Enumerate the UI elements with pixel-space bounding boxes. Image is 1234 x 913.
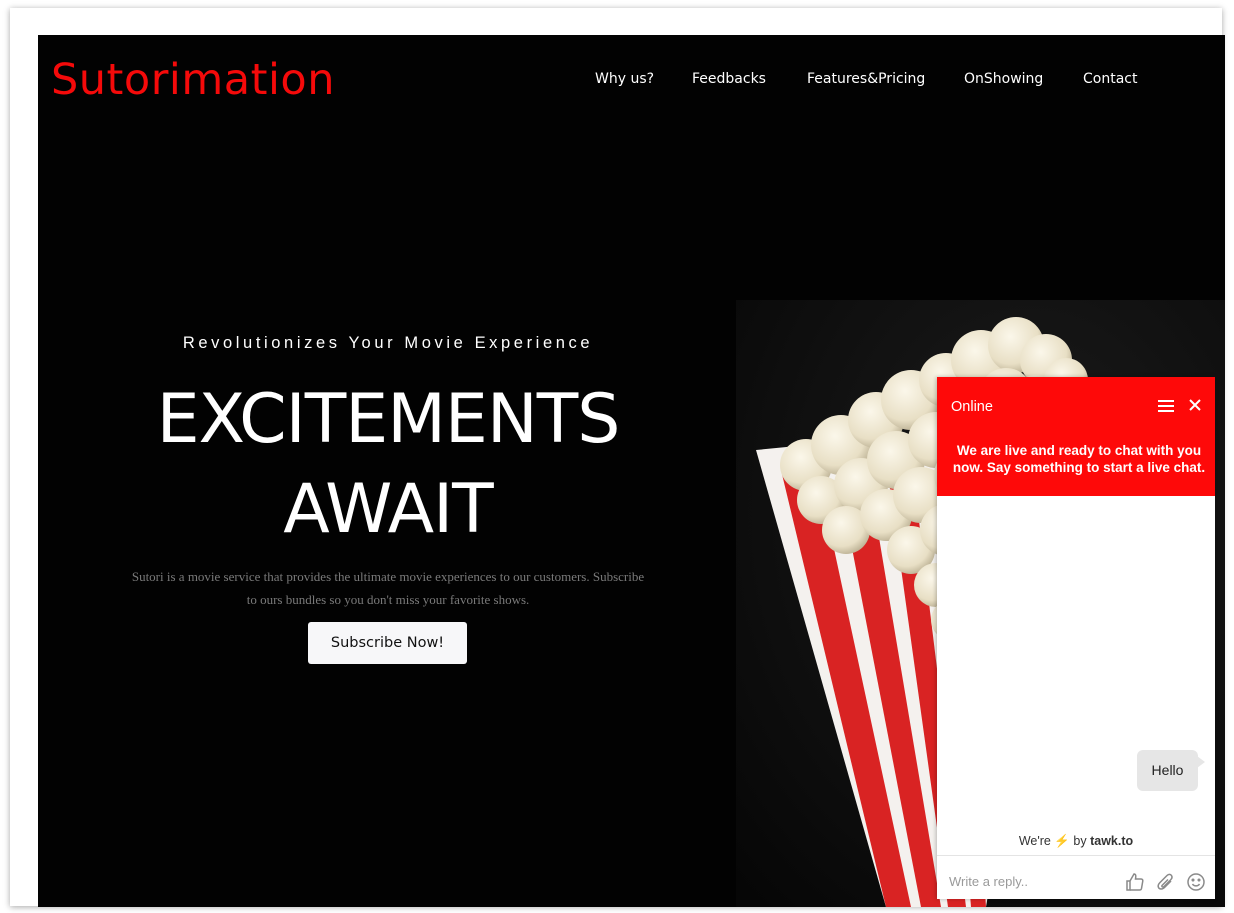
- menu-icon[interactable]: [1158, 399, 1174, 413]
- hero-description-line-1: Sutori is a movie service that provides …: [131, 569, 645, 584]
- chat-branding[interactable]: We're ⚡ by tawk.to: [937, 834, 1215, 849]
- chat-message-bubble: Hello: [1137, 750, 1205, 791]
- branding-prefix: We're: [1018, 834, 1051, 848]
- nav-contact[interactable]: Contact: [1083, 71, 1137, 87]
- chat-status: Online: [951, 399, 993, 415]
- branding-suffix: by: [1073, 834, 1087, 848]
- hero-description: Sutori is a movie service that provides …: [98, 565, 678, 611]
- emoji-icon[interactable]: [1186, 872, 1206, 892]
- nav-why-us[interactable]: Why us?: [595, 71, 654, 87]
- hero-title: EXCITEMENTS AWAIT: [58, 375, 718, 555]
- chat-header: Online We are live and ready to chat wit…: [937, 377, 1215, 496]
- chat-divider: [937, 855, 1215, 856]
- hero-title-line-2: AWAIT: [283, 470, 493, 549]
- lightning-icon: ⚡: [1054, 834, 1070, 848]
- thumbs-up-icon[interactable]: [1125, 872, 1145, 892]
- nav-features-pricing[interactable]: Features&Pricing: [807, 71, 925, 87]
- hero-title-line-1: EXCITEMENTS: [156, 380, 621, 459]
- hero-subtitle: Revolutionizes Your Movie Experience: [182, 334, 594, 352]
- nav-feedbacks[interactable]: Feedbacks: [692, 71, 766, 87]
- live-chat-widget: Online We are live and ready to chat wit…: [937, 377, 1215, 899]
- chat-reply-input[interactable]: [949, 871, 1119, 891]
- hero-description-line-2: to ours bundles so you don't miss your f…: [246, 592, 530, 607]
- subscribe-button[interactable]: Subscribe Now!: [308, 622, 467, 664]
- branding-name: tawk.to: [1090, 834, 1134, 848]
- nav-on-showing[interactable]: OnShowing: [964, 71, 1043, 87]
- attachment-icon[interactable]: [1156, 872, 1176, 892]
- close-icon[interactable]: [1187, 397, 1203, 413]
- chat-intro-message: We are live and ready to chat with you n…: [952, 443, 1206, 475]
- main-nav: Why us? Feedbacks Features&Pricing OnSho…: [38, 71, 1225, 95]
